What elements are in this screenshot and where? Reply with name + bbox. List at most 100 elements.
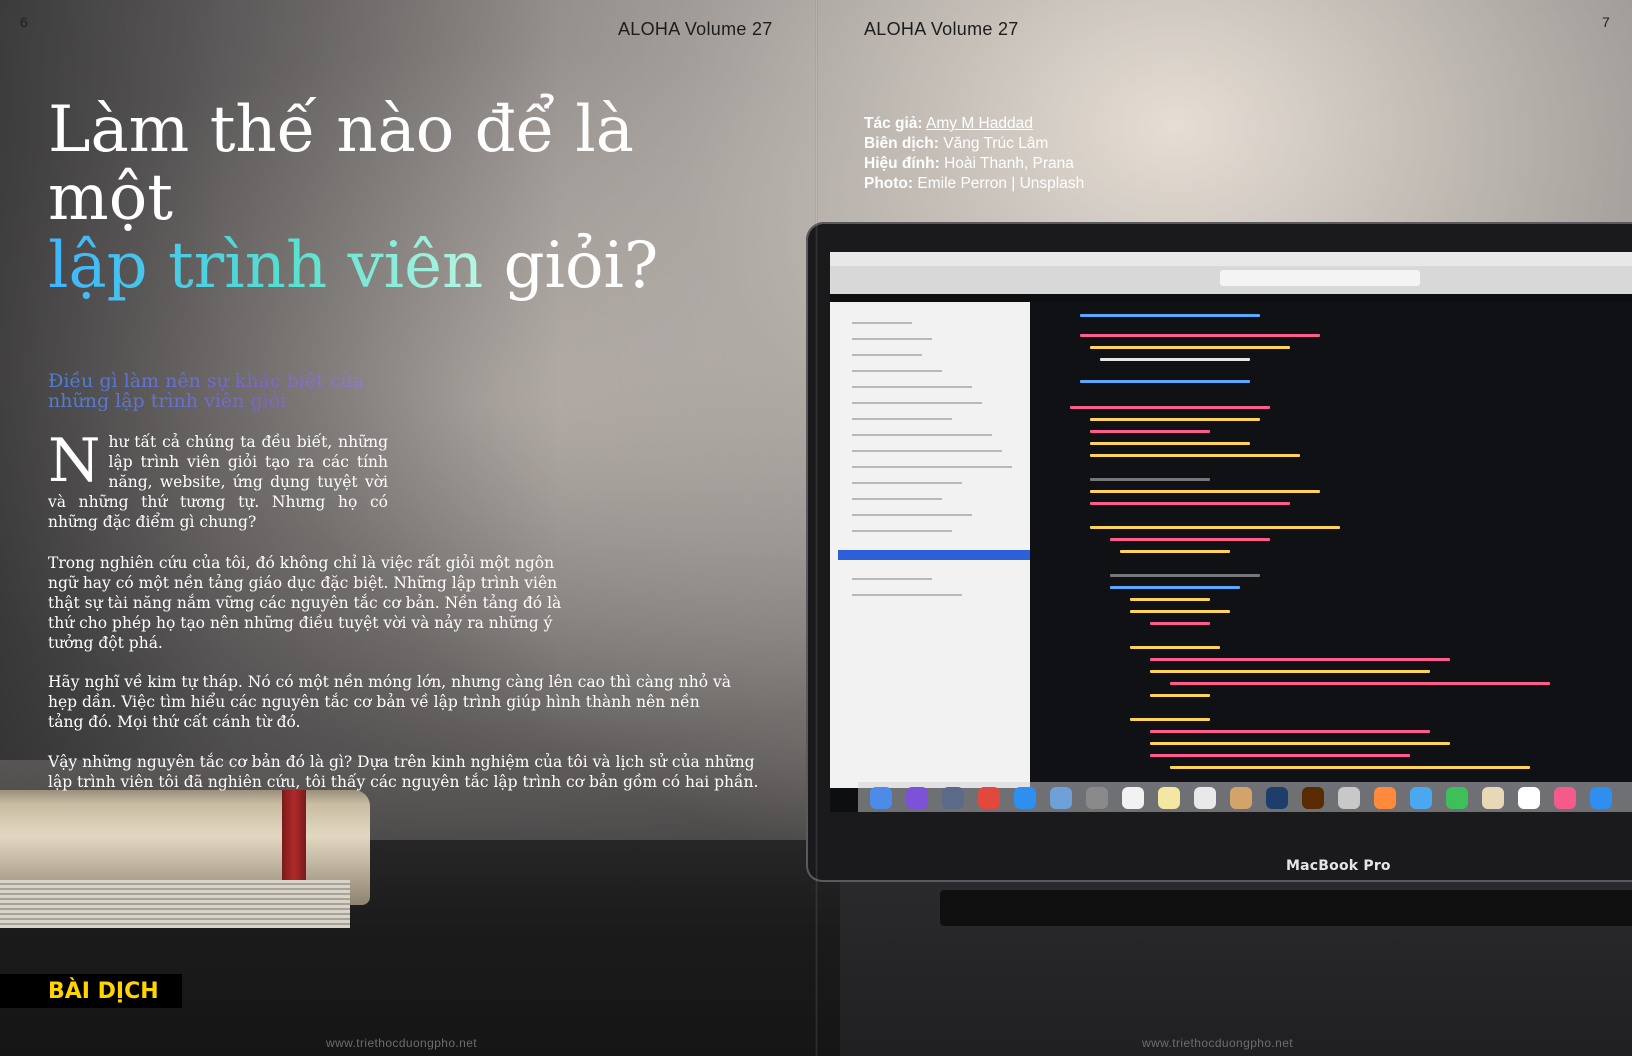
reminders-icon — [1194, 787, 1216, 809]
running-head-right: ALOHA Volume 27 — [864, 19, 1019, 39]
running-head-left: ALOHA Volume 27 — [618, 19, 773, 39]
section-tag: BÀI DỊCH — [0, 974, 182, 1008]
code-line — [1090, 478, 1210, 481]
article-subheading: Điều gì làm nên sự khác biệt của những l… — [48, 371, 408, 411]
app-dock — [858, 782, 1632, 812]
preview-icon — [1230, 787, 1252, 809]
finder-icon — [870, 787, 892, 809]
title-line1: Làm thế nào để là một — [48, 93, 634, 235]
code-line — [1150, 658, 1450, 661]
paragraph-4: Vậy những nguyên tắc cơ bản đó là gì? Dự… — [48, 753, 759, 791]
photos-icon — [1374, 787, 1396, 809]
code-line — [1150, 670, 1430, 673]
mail-icon — [1050, 787, 1072, 809]
numbers-icon — [1518, 787, 1540, 809]
editor-name: Hoài Thanh, Prana — [944, 155, 1074, 172]
tree-line — [852, 594, 962, 596]
music-icon — [1554, 787, 1576, 809]
code-line — [1170, 766, 1530, 769]
code-line — [1130, 598, 1210, 601]
illustrator-icon — [1302, 787, 1324, 809]
code-line — [1100, 358, 1250, 361]
file-tree — [830, 302, 1030, 788]
title-end: giỏi? — [483, 229, 659, 303]
tree-selected-row — [838, 550, 1030, 560]
tree-line — [852, 370, 942, 372]
tree-line — [852, 434, 992, 436]
code-line — [1110, 586, 1240, 589]
code-line — [1130, 646, 1220, 649]
paragraph-2: Trong nghiên cứu của tôi, đó không chỉ l… — [48, 554, 562, 652]
paragraph-1: Như tất cả chúng ta đều biết, những lập … — [48, 426, 388, 532]
code-line — [1120, 550, 1230, 553]
code-line — [1090, 526, 1340, 529]
credit-translator: Biên dịch: Văng Trúc Lâm — [864, 134, 1084, 154]
app-menubar — [830, 252, 1632, 266]
keyboard-keys — [940, 890, 1632, 926]
code-line — [1130, 610, 1230, 613]
section-tag-label: BÀI DỊCH — [48, 978, 159, 1004]
code-line — [1090, 490, 1320, 493]
chrome-icon — [978, 787, 1000, 809]
calendar-icon — [1122, 787, 1144, 809]
notes-icon — [1158, 787, 1180, 809]
tree-line — [852, 354, 922, 356]
code-line — [1070, 406, 1270, 409]
tree-line — [852, 322, 912, 324]
tree-line — [852, 498, 942, 500]
tree-line — [852, 418, 952, 420]
tree-line — [852, 450, 1002, 452]
laptop-photo: MacBook Pro — [806, 222, 1632, 882]
code-line — [1090, 442, 1250, 445]
code-line — [1150, 730, 1430, 733]
article-credits: Tác giả: Amy M Haddad Biên dịch: Văng Tr… — [864, 114, 1084, 194]
photo-label: Photo: — [864, 175, 914, 192]
editor-label: Hiệu đính: — [864, 155, 940, 172]
facetime-icon — [1446, 787, 1468, 809]
tree-line — [852, 466, 1012, 468]
page-number-left: 6 — [20, 14, 28, 30]
code-line — [1080, 334, 1320, 337]
tree-line — [852, 530, 952, 532]
translator-name: Văng Trúc Lâm — [943, 135, 1049, 152]
code-line — [1090, 502, 1290, 505]
messages-icon — [1410, 787, 1432, 809]
laptop-keyboard — [840, 882, 1632, 1056]
code-line — [1170, 682, 1550, 685]
code-line — [1090, 346, 1290, 349]
code-line — [1150, 742, 1450, 745]
paragraph-3: Hãy nghĩ về kim tự tháp. Nó có một nền m… — [48, 673, 731, 731]
app-store-icon — [1590, 787, 1612, 809]
code-editor — [1030, 302, 1632, 788]
code-line — [1110, 574, 1260, 577]
photoshop-icon — [1266, 787, 1288, 809]
siri-icon — [906, 787, 928, 809]
code-line — [1150, 622, 1210, 625]
credit-photo: Photo: Emile Perron | Unsplash — [864, 174, 1084, 194]
paper-stack-photo — [0, 880, 350, 928]
launchpad-icon — [942, 787, 964, 809]
code-line — [1080, 314, 1260, 317]
settings-icon — [1086, 787, 1108, 809]
page-number-right: 7 — [1602, 14, 1610, 30]
title-highlight: lập trình viên — [48, 229, 484, 303]
laptop-brand: MacBook Pro — [1286, 858, 1391, 874]
code-line — [1090, 430, 1210, 433]
site-url-right[interactable]: www.triethocduongpho.net — [1142, 1036, 1293, 1050]
credit-editor: Hiệu đính: Hoài Thanh, Prana — [864, 154, 1084, 174]
drop-cap: N — [48, 426, 101, 496]
author-link[interactable]: Amy M Haddad — [926, 115, 1033, 132]
app-icon — [1338, 787, 1360, 809]
tree-line — [852, 386, 972, 388]
tree-line — [852, 482, 962, 484]
notebook-icon — [1482, 787, 1504, 809]
code-line — [1090, 454, 1300, 457]
code-line — [1150, 754, 1410, 757]
laptop-screen — [830, 252, 1632, 812]
tree-line — [852, 578, 932, 580]
photo-credit: Emile Perron | Unsplash — [917, 175, 1085, 192]
site-url-left[interactable]: www.triethocduongpho.net — [326, 1036, 477, 1050]
code-line — [1080, 380, 1250, 383]
translator-label: Biên dịch: — [864, 135, 939, 152]
credit-author: Tác giả: Amy M Haddad — [864, 114, 1084, 134]
